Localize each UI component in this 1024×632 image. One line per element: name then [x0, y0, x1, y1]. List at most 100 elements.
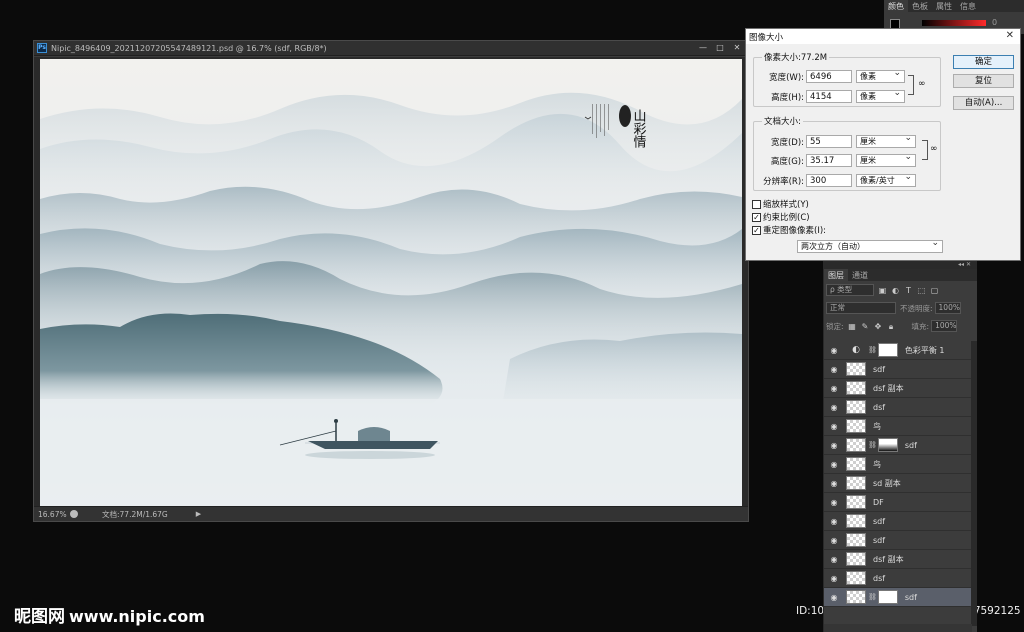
layer-thumbnail[interactable]	[846, 476, 866, 490]
resample-image-checkbox[interactable]: ✓ 重定图像像素(I):	[752, 224, 826, 236]
pixel-filter-icon[interactable]: ▣	[878, 286, 887, 295]
resolution-input[interactable]: 300	[806, 174, 852, 187]
adjustment-filter-icon[interactable]: ◐	[891, 286, 900, 295]
visibility-eye-icon[interactable]: ◉	[824, 498, 844, 507]
close-button[interactable]: ✕	[730, 42, 744, 53]
shape-filter-icon[interactable]: ⬚	[917, 286, 926, 295]
visibility-eye-icon[interactable]: ◉	[824, 574, 844, 583]
layer-name[interactable]: sdf	[873, 536, 885, 545]
layer-mask-thumbnail[interactable]	[877, 343, 898, 357]
minimize-button[interactable]: —	[696, 42, 710, 53]
lock-pixels-icon[interactable]: ▦	[848, 322, 857, 331]
layer-kind-filter[interactable]: ρ 类型	[826, 284, 874, 296]
layer-row[interactable]: ◉ ⛓ sdf	[824, 588, 972, 607]
layer-name[interactable]: sd 副本	[873, 478, 901, 489]
reset-button[interactable]: 复位	[953, 74, 1014, 88]
visibility-eye-icon[interactable]: ◉	[824, 384, 844, 393]
dialog-title-bar[interactable]: 图像大小 ✕	[746, 29, 1020, 44]
layer-thumbnail[interactable]	[846, 590, 866, 604]
layer-row[interactable]: ◉ sdf	[824, 531, 972, 550]
tab-layers[interactable]: 图层	[824, 269, 848, 281]
layer-name[interactable]: sdf	[905, 593, 917, 602]
mask-link-icon[interactable]: ⛓	[868, 441, 877, 449]
auto-button[interactable]: 自动(A)...	[953, 96, 1014, 110]
layer-row[interactable]: ◉ dsf	[824, 569, 972, 588]
layer-row[interactable]: ◉ DF	[824, 493, 972, 512]
visibility-eye-icon[interactable]: ◉	[824, 460, 844, 469]
mask-link-icon[interactable]: ⛓	[868, 593, 877, 601]
document-title-bar[interactable]: Ps Nipic_8496409_20211207205547489121.ps…	[34, 41, 748, 56]
mask-link-icon[interactable]: ⛓	[868, 346, 877, 354]
scale-styles-checkbox[interactable]: 缩放样式(Y)	[752, 198, 809, 210]
layer-name[interactable]: sdf	[905, 441, 917, 450]
visibility-eye-icon[interactable]: ◉	[824, 441, 844, 450]
tab-info[interactable]: 信息	[956, 0, 980, 12]
layer-name[interactable]: sdf	[873, 365, 885, 374]
visibility-eye-icon[interactable]: ◉	[824, 479, 844, 488]
zoom-level[interactable]: 16.67%	[34, 510, 67, 519]
layer-list[interactable]: ◉ ◐ ⛓ 色彩平衡 1 ◉ sdf ◉ dsf 副本 ◉ dsf ◉ 鸟 ◉ ⛓ sdf ◉ 鸟 ◉ sd 副本 ◉…	[824, 341, 972, 626]
tab-color[interactable]: 颜色	[884, 0, 908, 12]
doc-height-input[interactable]: 35.17	[806, 154, 852, 167]
layer-mask-thumbnail[interactable]	[877, 590, 898, 604]
layer-thumbnail[interactable]	[846, 362, 866, 376]
constrain-proportions-checkbox[interactable]: ✓ 约束比例(C)	[752, 211, 810, 223]
type-filter-icon[interactable]: T	[904, 286, 913, 295]
layer-name[interactable]: 色彩平衡 1	[905, 345, 945, 356]
tab-properties[interactable]: 属性	[932, 0, 956, 12]
checkbox-box[interactable]	[752, 199, 761, 209]
visibility-eye-icon[interactable]: ◉	[824, 517, 844, 526]
layer-thumbnail[interactable]	[846, 495, 866, 509]
pixel-width-input[interactable]: 6496	[806, 70, 852, 83]
dialog-close-icon[interactable]: ✕	[1006, 30, 1014, 41]
visibility-eye-icon[interactable]: ◉	[824, 365, 844, 374]
pixel-height-unit-select[interactable]: 像素	[856, 88, 905, 103]
layer-row[interactable]: ◉ 鸟	[824, 417, 972, 436]
layer-row[interactable]: ◉ dsf 副本	[824, 379, 972, 398]
tab-channels[interactable]: 通道	[848, 269, 872, 281]
fill-value[interactable]: 100%	[931, 320, 958, 332]
lock-paint-icon[interactable]: ✎	[861, 322, 870, 331]
layer-name[interactable]: 鸟	[873, 459, 881, 470]
layer-row[interactable]: ◉ dsf	[824, 398, 972, 417]
status-menu-arrow-icon[interactable]: ▶	[196, 510, 201, 518]
layer-row[interactable]: ◉ sdf	[824, 360, 972, 379]
layer-row[interactable]: ◉ dsf 副本	[824, 550, 972, 569]
lock-move-icon[interactable]: ✥	[874, 322, 883, 331]
layer-thumbnail[interactable]	[846, 552, 866, 566]
layer-thumbnail[interactable]	[846, 438, 866, 452]
adjustment-layer-icon[interactable]: ◐	[846, 343, 866, 357]
visibility-eye-icon[interactable]: ◉	[824, 422, 844, 431]
checkbox-box-checked[interactable]: ✓	[752, 212, 761, 222]
layer-name[interactable]: dsf 副本	[873, 383, 904, 394]
layer-thumbnail[interactable]	[846, 533, 866, 547]
maximize-button[interactable]: □	[713, 42, 727, 53]
visibility-eye-icon[interactable]: ◉	[824, 403, 844, 412]
info-icon[interactable]	[70, 510, 78, 518]
doc-width-input[interactable]: 55	[806, 135, 852, 148]
pixel-width-unit-select[interactable]: 像素	[856, 68, 905, 83]
canvas-image[interactable]: 山彩情	[40, 59, 742, 506]
red-channel-slider[interactable]	[922, 20, 986, 26]
layer-row[interactable]: ◉ ⛓ sdf	[824, 436, 972, 455]
doc-width-unit-select[interactable]: 厘米	[856, 133, 916, 148]
layer-name[interactable]: DF	[873, 498, 884, 507]
layer-thumbnail[interactable]	[846, 514, 866, 528]
visibility-eye-icon[interactable]: ◉	[824, 593, 844, 602]
resolution-unit-select[interactable]: 像素/英寸	[856, 172, 916, 187]
visibility-eye-icon[interactable]: ◉	[824, 346, 844, 355]
blend-mode-select[interactable]: 正常	[826, 302, 896, 314]
lock-all-icon[interactable]: 🔒︎	[887, 322, 896, 331]
visibility-eye-icon[interactable]: ◉	[824, 536, 844, 545]
layer-row[interactable]: ◉ 鸟	[824, 455, 972, 474]
layer-thumbnail[interactable]	[846, 571, 866, 585]
smart-object-filter-icon[interactable]: ▢	[930, 286, 939, 295]
layers-scrollbar[interactable]	[971, 341, 977, 626]
layer-thumbnail[interactable]	[846, 419, 866, 433]
layer-name[interactable]: dsf 副本	[873, 554, 904, 565]
checkbox-box-checked[interactable]: ✓	[752, 225, 761, 235]
panel-collapse-controls[interactable]: ◂◂ ✕	[824, 261, 977, 269]
layer-mask-thumbnail[interactable]	[877, 438, 898, 452]
layer-name[interactable]: sdf	[873, 517, 885, 526]
layer-thumbnail[interactable]	[846, 457, 866, 471]
